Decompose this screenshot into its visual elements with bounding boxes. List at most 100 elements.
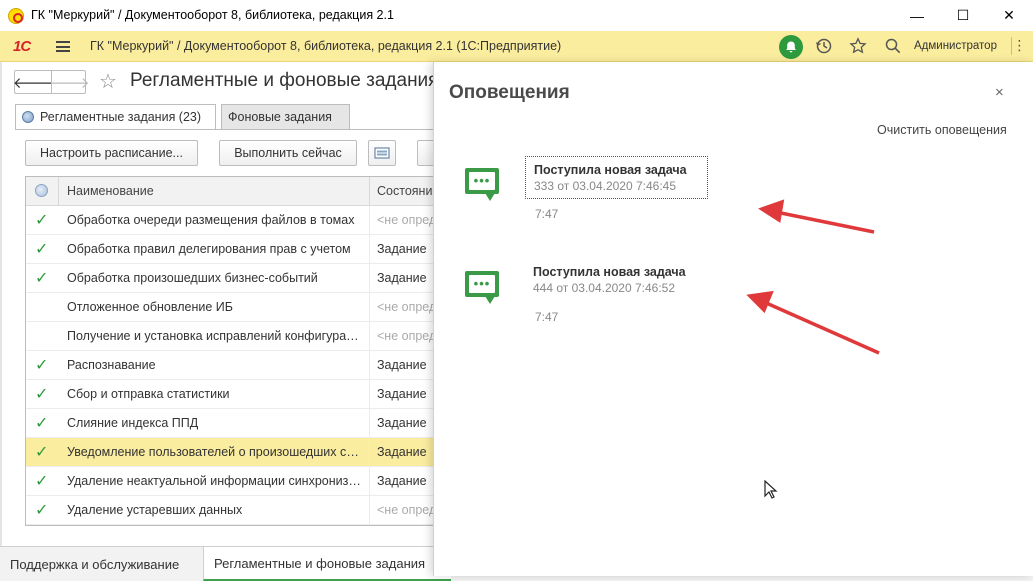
bell-icon[interactable] bbox=[779, 35, 803, 59]
star-icon[interactable] bbox=[849, 37, 867, 60]
message-icon: ••• bbox=[465, 271, 499, 305]
message-icon: ••• bbox=[465, 168, 499, 202]
app-title: ГК "Меркурий" / Документооборот 8, библи… bbox=[90, 39, 562, 53]
mouse-cursor-icon bbox=[764, 479, 778, 505]
enabled-check-icon: ✓ bbox=[35, 212, 49, 229]
notification-time: 7:47 bbox=[535, 310, 559, 324]
job-state: Задание bbox=[377, 445, 427, 459]
arrow-annotation bbox=[746, 290, 880, 355]
job-name: Обработка правил делегирования прав с уч… bbox=[67, 242, 351, 256]
back-button[interactable]: 🡐 bbox=[13, 71, 53, 93]
run-now-button[interactable]: Выполнить сейчас bbox=[219, 140, 357, 166]
table-row[interactable]: ✓ Обработка очереди размещения файлов в т… bbox=[26, 206, 439, 235]
history-icon[interactable] bbox=[815, 37, 833, 60]
clear-notifications-link[interactable]: Очистить оповещения bbox=[877, 123, 1007, 137]
notification-heading: Поступила новая задача bbox=[533, 265, 686, 279]
notification-time: 7:47 bbox=[535, 207, 559, 221]
notification-item[interactable]: Поступила новая задача 444 от 03.04.2020… bbox=[525, 259, 708, 302]
app-toolbar: 1С ГК "Меркурий" / Документооборот 8, би… bbox=[0, 31, 1033, 62]
job-state: <не определено> bbox=[377, 329, 439, 343]
nav-arrows: 🡐 🡒 bbox=[13, 70, 90, 94]
job-state: Задание bbox=[377, 358, 427, 372]
column-name[interactable]: Наименование bbox=[67, 184, 154, 198]
table-row[interactable]: ✓ Уведомление пользователей о произошедши… bbox=[26, 438, 439, 467]
notification-detail[interactable]: 333 от 03.04.2020 7:46:45 bbox=[534, 179, 699, 193]
maximize-button[interactable]: ☐ bbox=[940, 0, 986, 31]
window-tab-jobs[interactable]: Регламентные и фоновые задания × bbox=[203, 547, 451, 581]
table-row[interactable]: Получение и установка исправлений конфиг… bbox=[26, 322, 439, 351]
table-row[interactable]: ✓ Сбор и отправка статистики Задание bbox=[26, 380, 439, 409]
list-settings-button[interactable] bbox=[368, 140, 396, 166]
scheduled-jobs-table: Наименование Состояние ✓ Обработка очеред… bbox=[25, 176, 440, 526]
search-icon[interactable] bbox=[884, 37, 902, 60]
window-tab-label: Регламентные и фоновые задания bbox=[214, 555, 426, 571]
job-name: Отложенное обновление ИБ bbox=[67, 300, 233, 314]
tab-background-jobs[interactable]: Фоновые задания bbox=[221, 104, 350, 130]
job-name: Получение и установка исправлений конфиг… bbox=[67, 329, 363, 343]
job-state: Задание bbox=[377, 387, 427, 401]
job-state: Задание bbox=[377, 416, 427, 430]
table-row[interactable]: ✓ Удаление устаревших данных <не определен… bbox=[26, 496, 439, 525]
left-border bbox=[0, 62, 2, 552]
form-title: Регламентные и фоновые задания bbox=[130, 70, 439, 91]
enabled-check-icon: ✓ bbox=[35, 502, 49, 519]
job-name: Сбор и отправка статистики bbox=[67, 387, 230, 401]
notification-heading: Поступила новая задача bbox=[534, 163, 687, 177]
window-titlebar: ГК "Меркурий" / Документооборот 8, библи… bbox=[0, 0, 1033, 31]
arrow-annotation bbox=[758, 199, 875, 234]
table-row[interactable]: ✓ Обработка правил делегирования прав с у… bbox=[26, 235, 439, 264]
job-state: <не определено> bbox=[377, 213, 439, 227]
table-row[interactable]: ✓ Слияние индекса ППД Задание bbox=[26, 409, 439, 438]
tab-underline bbox=[15, 129, 435, 130]
favorite-star-icon[interactable]: ☆ bbox=[99, 69, 117, 94]
job-state: Задание bbox=[377, 242, 427, 256]
job-name: Обработка произошедших бизнес-событий bbox=[67, 271, 318, 285]
forward-button[interactable]: 🡒 bbox=[49, 71, 90, 93]
tab-label: Фоновые задания bbox=[228, 110, 332, 124]
enabled-check-icon: ✓ bbox=[35, 444, 49, 461]
notifications-title: Оповещения bbox=[449, 82, 570, 103]
job-state: Задание bbox=[377, 271, 427, 285]
window-title: ГК "Меркурий" / Документооборот 8, библи… bbox=[31, 8, 394, 22]
notifications-panel: Оповещения × Очистить оповещения ••• Пос… bbox=[433, 62, 1033, 576]
tab-scheduled-jobs[interactable]: Регламентные задания (23) bbox=[15, 104, 216, 130]
job-name: Удаление неактуальной информации синхрон… bbox=[67, 474, 363, 488]
job-name: Уведомление пользователей о произошедших… bbox=[67, 445, 363, 459]
settings-list-icon bbox=[374, 147, 390, 159]
enabled-check-icon: ✓ bbox=[35, 386, 49, 403]
job-state: <не определено> bbox=[377, 503, 439, 517]
enabled-check-icon: ✓ bbox=[35, 357, 49, 374]
schedule-button[interactable]: Настроить расписание... bbox=[25, 140, 198, 166]
table-row[interactable]: Отложенное обновление ИБ <не определено> bbox=[26, 293, 439, 322]
app-logo-icon bbox=[8, 8, 24, 24]
enabled-check-icon: ✓ bbox=[35, 270, 49, 287]
column-state[interactable]: Состояние bbox=[377, 184, 439, 198]
notification-detail[interactable]: 444 от 03.04.2020 7:46:52 bbox=[533, 281, 700, 295]
user-name[interactable]: Администратор bbox=[914, 40, 997, 52]
header-divider bbox=[58, 177, 59, 206]
job-name: Удаление устаревших данных bbox=[67, 503, 243, 517]
more-menu-icon[interactable]: ⋮ bbox=[1011, 37, 1027, 55]
window-tab-support[interactable]: Поддержка и обслуживание bbox=[0, 547, 189, 581]
table-row[interactable]: ✓ Распознавание Задание bbox=[26, 351, 439, 380]
logo-1c: 1С bbox=[13, 38, 31, 55]
notification-item[interactable]: Поступила новая задача 333 от 03.04.2020… bbox=[525, 156, 708, 199]
job-state: <не определено> bbox=[377, 300, 439, 314]
tab-label: Регламентные задания (23) bbox=[40, 110, 202, 124]
scheduled-jobs-icon bbox=[22, 111, 34, 123]
header-divider bbox=[369, 177, 370, 206]
enabled-check-icon: ✓ bbox=[35, 241, 49, 258]
job-name: Обработка очереди размещения файлов в то… bbox=[67, 213, 355, 227]
job-name: Распознавание bbox=[67, 358, 156, 372]
minimize-button[interactable]: — bbox=[894, 0, 940, 31]
close-notifications-button[interactable]: × bbox=[995, 84, 1004, 101]
annotation-arrows bbox=[746, 199, 880, 355]
table-row[interactable]: ✓ Удаление неактуальной информации синхро… bbox=[26, 467, 439, 496]
job-state: Задание bbox=[377, 474, 427, 488]
main-menu-icon[interactable] bbox=[56, 41, 70, 52]
job-name: Слияние индекса ППД bbox=[67, 416, 199, 430]
enabled-check-icon: ✓ bbox=[35, 415, 49, 432]
enabled-check-icon: ✓ bbox=[35, 473, 49, 490]
close-window-button[interactable]: ✕ bbox=[986, 0, 1032, 31]
table-row[interactable]: ✓ Обработка произошедших бизнес-событий За… bbox=[26, 264, 439, 293]
